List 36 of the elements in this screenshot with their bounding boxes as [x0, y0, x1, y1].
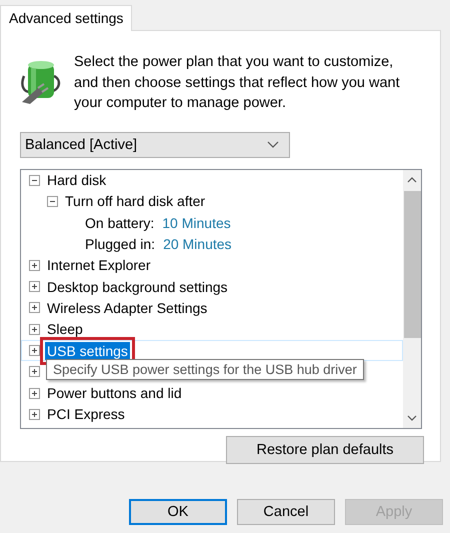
scrollbar[interactable] [403, 170, 421, 428]
collapse-icon[interactable] [29, 174, 40, 186]
scrollbar-thumb[interactable] [404, 190, 420, 338]
tree-item[interactable]: Internet Explorer [45, 256, 152, 274]
tree-item[interactable]: PCI Express [45, 405, 127, 424]
collapse-icon[interactable] [47, 196, 58, 207]
tree-item[interactable]: Wireless Adapter Settings [45, 298, 210, 317]
tree-item[interactable]: Plugged in: [83, 235, 158, 254]
scroll-up-icon[interactable] [407, 176, 417, 182]
tooltip: Specify USB power settings for the USB hub driver [46, 358, 364, 380]
expand-icon[interactable] [29, 324, 40, 335]
expand-icon[interactable] [29, 408, 40, 420]
tree-item[interactable]: Hard disk [45, 171, 108, 190]
tree-item[interactable]: Power buttons and lid [45, 384, 184, 402]
battery-icon [20, 58, 62, 104]
setting-value-link[interactable]: 10 Minutes [162, 214, 231, 231]
expand-icon[interactable] [29, 388, 40, 399]
setting-value-link[interactable]: 20 Minutes [163, 236, 232, 252]
expand-icon[interactable] [29, 345, 40, 356]
tree-item[interactable]: USB settings [45, 342, 130, 360]
tree-item[interactable]: Sleep [45, 320, 85, 338]
tab[interactable]: Advanced settings [0, 5, 132, 31]
expand-icon[interactable] [29, 281, 40, 292]
dialog-button[interactable]: Cancel [237, 499, 335, 525]
scroll-down-icon[interactable] [407, 414, 417, 420]
tree-item[interactable]: Desktop background settings [45, 278, 230, 296]
chevron-down-icon [267, 141, 279, 148]
expand-icon[interactable] [29, 366, 40, 378]
expand-icon[interactable] [29, 302, 40, 314]
restore-defaults-button[interactable]: Restore plan defaults [226, 436, 424, 464]
instruction-text: Select the power plan that you want to customize, and then choose settings that reflect how you want your computer to manage power. [74, 53, 401, 113]
tree-item[interactable]: On battery: [83, 214, 156, 232]
plan-dropdown[interactable]: Balanced [Active] [20, 132, 290, 158]
expand-icon[interactable] [29, 260, 40, 271]
dialog-button[interactable]: OK [129, 499, 227, 525]
tree-item[interactable]: Turn off hard disk after [63, 192, 208, 210]
